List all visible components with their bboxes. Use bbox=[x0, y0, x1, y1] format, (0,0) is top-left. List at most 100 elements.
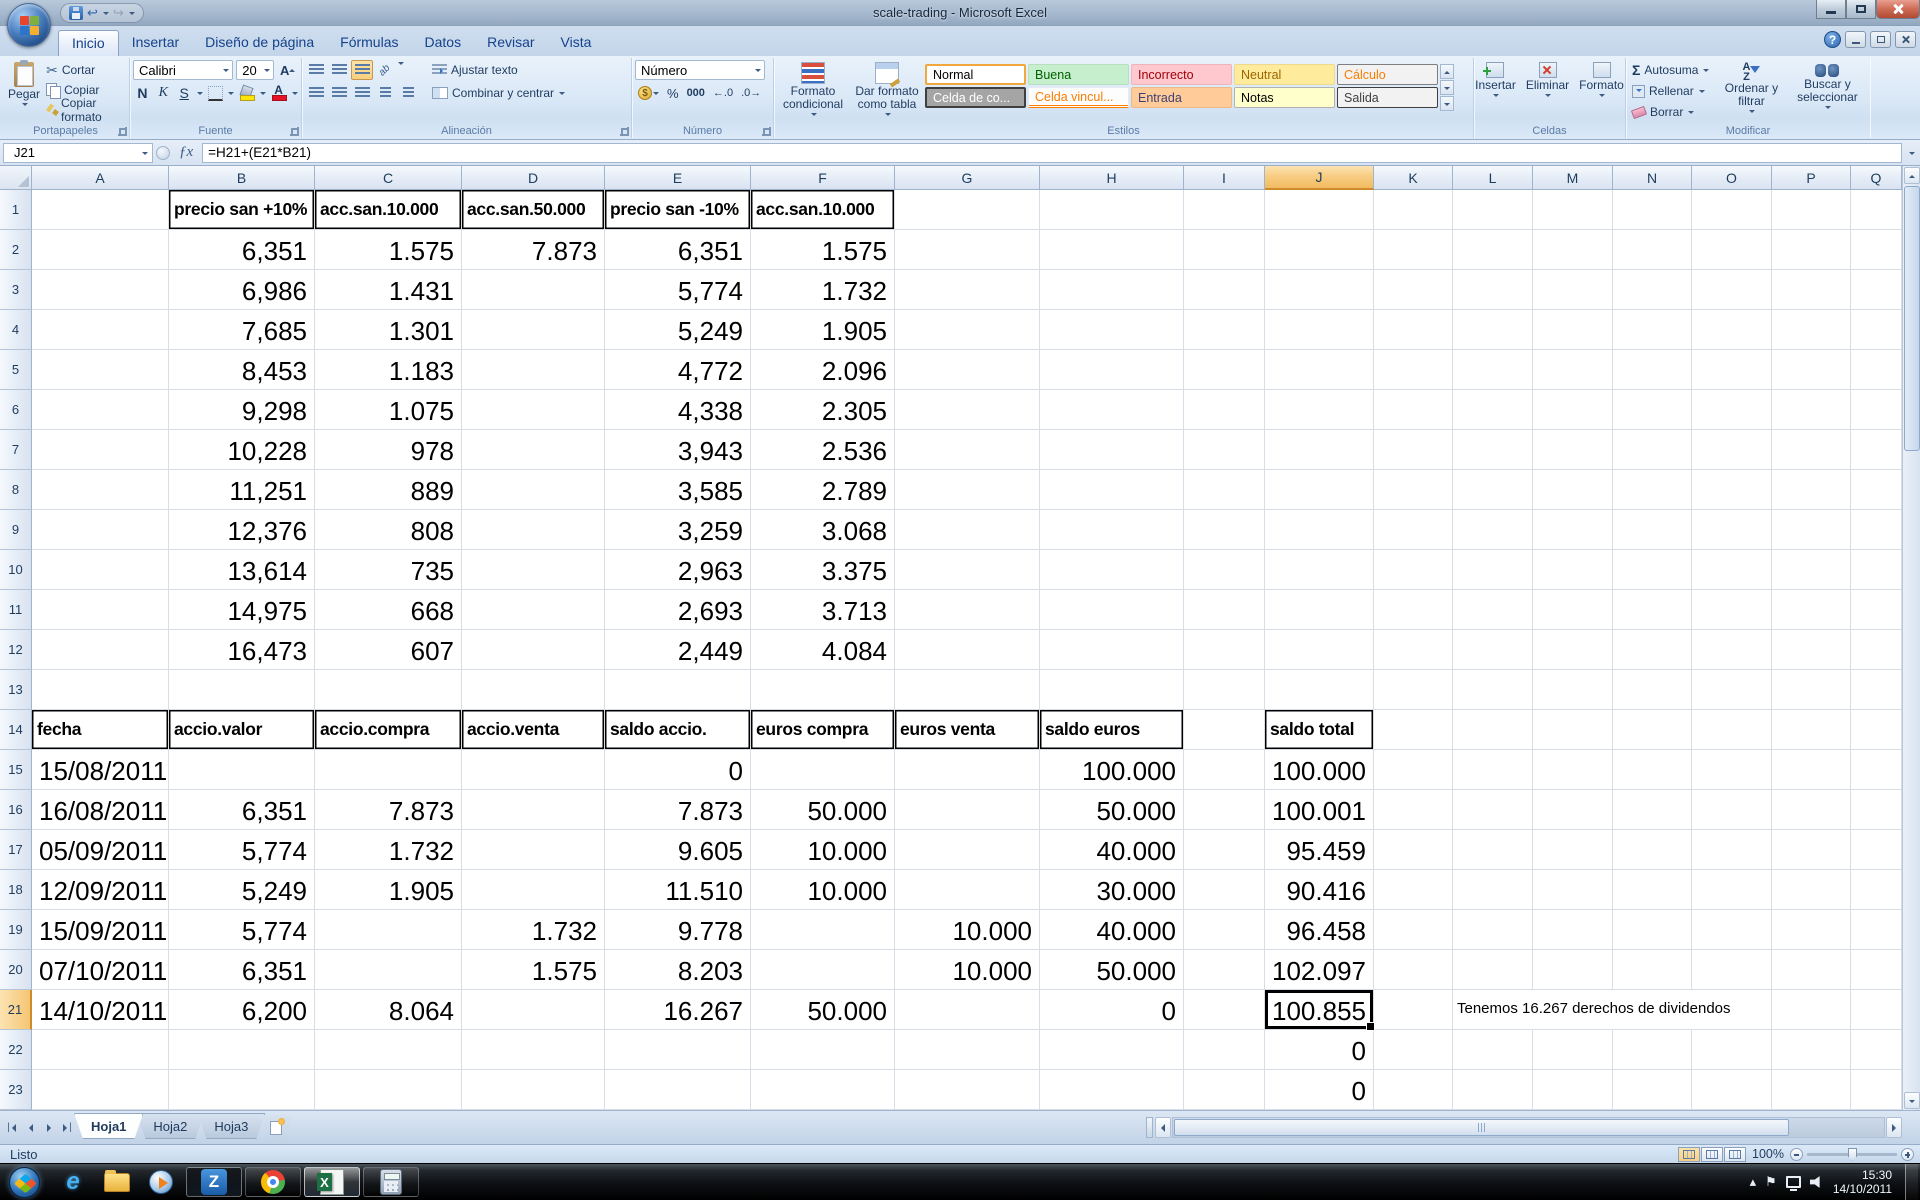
cell-B13[interactable] bbox=[169, 670, 315, 710]
cell-O5[interactable] bbox=[1692, 350, 1772, 390]
cell-E20[interactable]: 8.203 bbox=[605, 950, 751, 990]
cell-E15[interactable]: 0 bbox=[605, 750, 751, 790]
cell-O17[interactable] bbox=[1692, 830, 1772, 870]
cell-J12[interactable] bbox=[1265, 630, 1374, 670]
horizontal-scroll-thumb[interactable] bbox=[1174, 1119, 1789, 1136]
cell-J4[interactable] bbox=[1265, 310, 1374, 350]
row-header-22[interactable]: 22 bbox=[0, 1030, 32, 1070]
row-header-10[interactable]: 10 bbox=[0, 550, 32, 590]
cell-D23[interactable] bbox=[462, 1070, 605, 1110]
cell-P19[interactable] bbox=[1772, 910, 1851, 950]
underline-button[interactable]: S bbox=[175, 83, 194, 103]
cell-O10[interactable] bbox=[1692, 550, 1772, 590]
cell-F15[interactable] bbox=[751, 750, 895, 790]
zune-app-button[interactable]: Z bbox=[186, 1167, 242, 1197]
cell-C7[interactable]: 978 bbox=[315, 430, 462, 470]
cell-style-cálculo[interactable]: Cálculo bbox=[1337, 64, 1438, 85]
cell-I23[interactable] bbox=[1184, 1070, 1265, 1110]
cell-I4[interactable] bbox=[1184, 310, 1265, 350]
cell-K14[interactable] bbox=[1374, 710, 1453, 750]
office-button[interactable] bbox=[7, 3, 51, 47]
number-format-select[interactable]: Número bbox=[635, 60, 765, 80]
cell-F23[interactable] bbox=[751, 1070, 895, 1110]
file-explorer-button[interactable] bbox=[98, 1167, 136, 1197]
cell-E10[interactable]: 2,963 bbox=[605, 550, 751, 590]
column-header-e[interactable]: E bbox=[605, 166, 751, 190]
cell-L9[interactable] bbox=[1453, 510, 1533, 550]
align-left-button[interactable] bbox=[305, 83, 327, 103]
cell-H1[interactable] bbox=[1040, 190, 1184, 230]
cell-Q1[interactable] bbox=[1851, 190, 1902, 230]
cell-D8[interactable] bbox=[462, 470, 605, 510]
cell-C23[interactable] bbox=[315, 1070, 462, 1110]
cell-G21[interactable] bbox=[895, 990, 1040, 1030]
cell-N8[interactable] bbox=[1613, 470, 1692, 510]
increase-indent-button[interactable] bbox=[397, 83, 419, 103]
format-as-table-button[interactable]: Dar formato como tabla bbox=[849, 60, 925, 122]
cell-C20[interactable] bbox=[315, 950, 462, 990]
cell-A2[interactable] bbox=[32, 230, 169, 270]
cell-H20[interactable]: 50.000 bbox=[1040, 950, 1184, 990]
cell-I18[interactable] bbox=[1184, 870, 1265, 910]
cell-G7[interactable] bbox=[895, 430, 1040, 470]
cell-B16[interactable]: 6,351 bbox=[169, 790, 315, 830]
cell-C17[interactable]: 1.732 bbox=[315, 830, 462, 870]
column-header-l[interactable]: L bbox=[1453, 166, 1533, 190]
cell-A3[interactable] bbox=[32, 270, 169, 310]
column-header-j[interactable]: J bbox=[1265, 166, 1374, 190]
wrap-text-button[interactable]: Ajustar texto bbox=[429, 60, 568, 80]
cell-C10[interactable]: 735 bbox=[315, 550, 462, 590]
cell-P15[interactable] bbox=[1772, 750, 1851, 790]
row-header-8[interactable]: 8 bbox=[0, 470, 32, 510]
cell-B3[interactable]: 6,986 bbox=[169, 270, 315, 310]
cell-E6[interactable]: 4,338 bbox=[605, 390, 751, 430]
cell-I8[interactable] bbox=[1184, 470, 1265, 510]
cell-C1[interactable]: acc.san.10.000 bbox=[315, 190, 462, 230]
cell-B18[interactable]: 5,249 bbox=[169, 870, 315, 910]
cell-F9[interactable]: 3.068 bbox=[751, 510, 895, 550]
cell-F22[interactable] bbox=[751, 1030, 895, 1070]
network-icon[interactable] bbox=[1786, 1176, 1801, 1188]
cell-B12[interactable]: 16,473 bbox=[169, 630, 315, 670]
cell-I6[interactable] bbox=[1184, 390, 1265, 430]
cell-L19[interactable] bbox=[1453, 910, 1533, 950]
cell-K22[interactable] bbox=[1374, 1030, 1453, 1070]
column-header-d[interactable]: D bbox=[462, 166, 605, 190]
cell-D13[interactable] bbox=[462, 670, 605, 710]
borders-button[interactable] bbox=[205, 83, 226, 103]
cell-O6[interactable] bbox=[1692, 390, 1772, 430]
cell-K20[interactable] bbox=[1374, 950, 1453, 990]
cell-D12[interactable] bbox=[462, 630, 605, 670]
column-header-m[interactable]: M bbox=[1533, 166, 1613, 190]
cell-K2[interactable] bbox=[1374, 230, 1453, 270]
cell-P10[interactable] bbox=[1772, 550, 1851, 590]
formula-input[interactable]: =H21+(E21*B21) bbox=[202, 143, 1902, 163]
column-header-n[interactable]: N bbox=[1613, 166, 1692, 190]
cell-D7[interactable] bbox=[462, 430, 605, 470]
cell-B22[interactable] bbox=[169, 1030, 315, 1070]
cell-O2[interactable] bbox=[1692, 230, 1772, 270]
cell-style-neutral[interactable]: Neutral bbox=[1234, 64, 1335, 85]
cell-D10[interactable] bbox=[462, 550, 605, 590]
cell-O4[interactable] bbox=[1692, 310, 1772, 350]
cell-F20[interactable] bbox=[751, 950, 895, 990]
cell-F18[interactable]: 10.000 bbox=[751, 870, 895, 910]
close-button[interactable] bbox=[1876, 0, 1920, 19]
cell-L21[interactable]: Tenemos 16.267 derechos de dividendos bbox=[1453, 990, 1772, 1030]
cell-Q5[interactable] bbox=[1851, 350, 1902, 390]
zoom-in-button[interactable] bbox=[1901, 1148, 1914, 1161]
row-header-14[interactable]: 14 bbox=[0, 710, 32, 750]
cell-L17[interactable] bbox=[1453, 830, 1533, 870]
cell-A9[interactable] bbox=[32, 510, 169, 550]
cell-L16[interactable] bbox=[1453, 790, 1533, 830]
cell-F14[interactable]: euros compra bbox=[751, 710, 895, 750]
cell-Q14[interactable] bbox=[1851, 710, 1902, 750]
cell-I3[interactable] bbox=[1184, 270, 1265, 310]
cell-L11[interactable] bbox=[1453, 590, 1533, 630]
cell-E18[interactable]: 11.510 bbox=[605, 870, 751, 910]
cell-I11[interactable] bbox=[1184, 590, 1265, 630]
merge-center-button[interactable]: Combinar y centrar bbox=[429, 83, 568, 103]
cell-L2[interactable] bbox=[1453, 230, 1533, 270]
cell-M11[interactable] bbox=[1533, 590, 1613, 630]
sort-filter-button[interactable]: AZ Ordenar y filtrar bbox=[1718, 60, 1784, 122]
